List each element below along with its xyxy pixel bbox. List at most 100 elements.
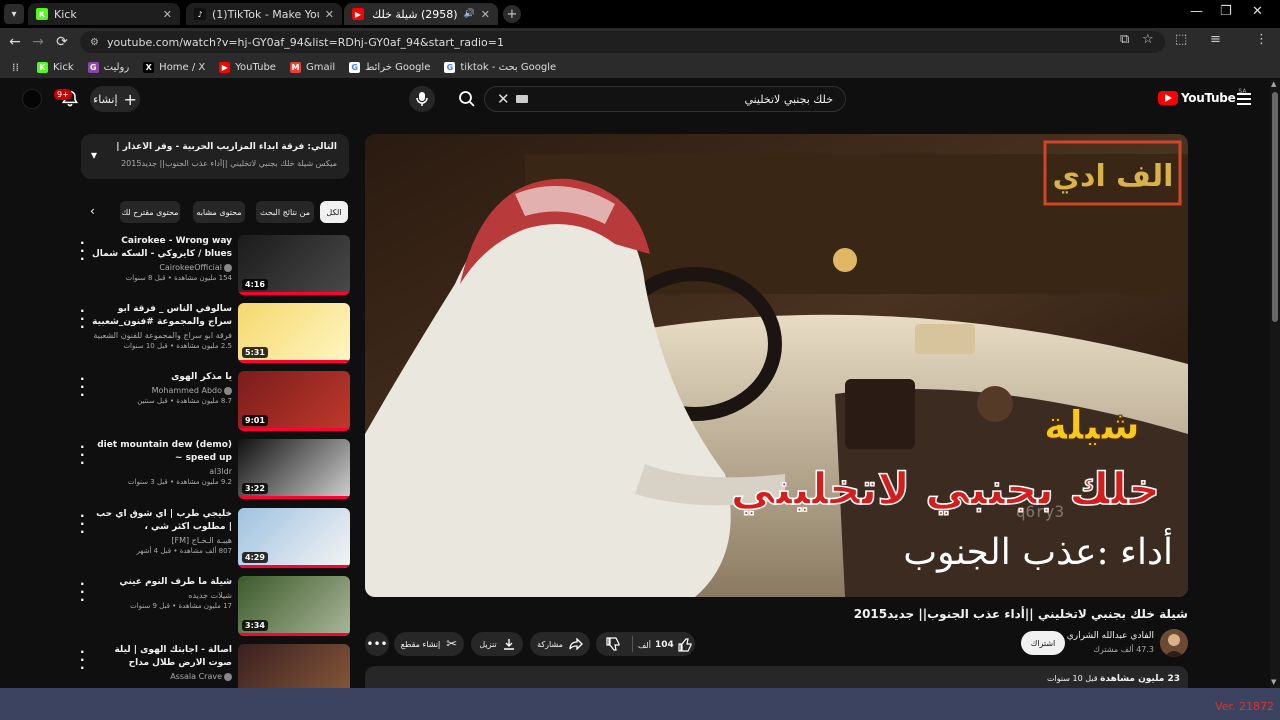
- video-thumbnail[interactable]: 4:16: [238, 235, 350, 295]
- more-options-icon[interactable]: · · ·: [80, 646, 85, 674]
- recommendation-title[interactable]: diet mountain dew (demo) ~ speed up: [92, 439, 232, 465]
- more-options-icon[interactable]: · · ·: [80, 237, 85, 265]
- new-tab-button[interactable]: +: [503, 5, 521, 23]
- recommendation-item[interactable]: 5:31 · · · سالوفي الناس _ فرقة ابو سراج والم…: [76, 303, 350, 367]
- keyboard-icon[interactable]: [515, 95, 528, 103]
- channel-name[interactable]: الفادي عبدالله الشراري: [1067, 631, 1154, 641]
- chevron-left-icon[interactable]: ‹: [90, 204, 95, 218]
- search-input[interactable]: ✕ خلك بجنبي لاتخليني: [484, 86, 846, 112]
- recommendation-channel[interactable]: Mohammed Abdo: [92, 386, 232, 395]
- menu-dots-icon[interactable]: ⋮: [1255, 32, 1268, 47]
- recommendation-channel[interactable]: al3ldr: [92, 467, 232, 476]
- share-button[interactable]: مشاركة: [530, 632, 590, 656]
- video-thumbnail[interactable]: 3:22: [238, 439, 350, 499]
- close-icon[interactable]: ✕: [325, 8, 334, 21]
- chip-related[interactable]: محتوى مشابه: [193, 201, 245, 223]
- chip-all[interactable]: الكل: [320, 201, 348, 223]
- channel-avatar[interactable]: [1160, 629, 1188, 657]
- more-options-icon[interactable]: · · ·: [80, 441, 85, 469]
- guide-menu-icon[interactable]: [1237, 93, 1251, 105]
- bookmark-item[interactable]: G خرائط Google: [349, 61, 430, 73]
- recommendation-title[interactable]: اصالة - اجابتك الهوى | ليلة صوت الارض طل…: [92, 644, 232, 670]
- more-options-icon[interactable]: · · ·: [80, 373, 85, 401]
- reload-icon[interactable]: ⟳: [52, 32, 72, 52]
- video-thumbnail[interactable]: [238, 644, 350, 688]
- watched-progress-bar: [238, 633, 350, 636]
- more-options-icon[interactable]: · · ·: [80, 578, 85, 606]
- recommendation-item[interactable]: 3:34 · · · شيلة ما طرف النوم عيني شيلات جديده…: [76, 576, 350, 640]
- media-controls-icon[interactable]: ≡: [1210, 32, 1221, 47]
- recommendation-channel[interactable]: هيبـة الـخـاج [FM]: [92, 536, 232, 545]
- bookmark-item[interactable]: G روليت: [87, 61, 129, 73]
- bookmark-item[interactable]: X Home / X: [143, 61, 205, 73]
- tab-kick[interactable]: K Kick ✕: [28, 3, 180, 25]
- scroll-up-icon[interactable]: ▲: [1271, 80, 1276, 88]
- maximize-icon[interactable]: ❐: [1220, 4, 1232, 19]
- recommendation-title[interactable]: شيلة ما طرف النوم عيني: [92, 576, 232, 589]
- tab-search-button[interactable]: ▾: [4, 4, 24, 24]
- mix-playlist-header[interactable]: التالي: فرقة ابداء المزاريب الحربية - وف…: [81, 134, 349, 179]
- more-options-icon[interactable]: · · ·: [80, 305, 85, 333]
- chip-recommended[interactable]: محتوى مقترح لك: [120, 201, 180, 223]
- recommendation-item[interactable]: 4:16 · · · Cairokee - Wrong way blues / كاير…: [76, 235, 350, 299]
- extensions-icon[interactable]: ⬚: [1175, 32, 1187, 47]
- download-button[interactable]: تنزيل: [471, 632, 523, 656]
- minimize-icon[interactable]: —: [1190, 4, 1203, 19]
- chevron-down-icon[interactable]: ▾: [91, 148, 97, 162]
- watched-progress-bar: [238, 565, 350, 568]
- youtube-icon: ▶: [219, 61, 231, 73]
- address-bar[interactable]: ⚙ youtube.com/watch?v=hj-GY0af_94&list=R…: [80, 31, 1165, 53]
- more-options-icon[interactable]: · · ·: [80, 510, 85, 538]
- create-button[interactable]: إنشاء +: [90, 86, 140, 112]
- close-icon[interactable]: ✕: [163, 8, 172, 21]
- like-dislike-group: ألف 104: [596, 632, 695, 656]
- scrollbar-thumb[interactable]: [1272, 92, 1278, 322]
- recommendation-title[interactable]: يا مذكر الهوى: [92, 371, 232, 384]
- video-player[interactable]: الف ادي شيلة خلك بجنبي لاتخليني q6ry3 أد…: [365, 134, 1188, 597]
- dislike-button[interactable]: [606, 636, 622, 656]
- bookmark-item[interactable]: K Kick: [37, 61, 74, 73]
- apps-grid-icon[interactable]: ⁞⁞: [12, 61, 19, 74]
- clear-search-icon[interactable]: ✕: [497, 90, 510, 108]
- like-button[interactable]: ألف 104: [638, 637, 694, 653]
- tab-tiktok[interactable]: ♪ (1)TikTok - Make Your Day ✕: [186, 3, 342, 25]
- recommendation-item[interactable]: · · · اصالة - اجابتك الهوى | ليلة صوت الارض…: [76, 644, 350, 688]
- recommendation-channel[interactable]: شيلات جديده: [92, 591, 232, 600]
- recommendation-channel[interactable]: CairokeeOfficial: [92, 263, 232, 272]
- search-button[interactable]: [452, 86, 482, 112]
- video-thumbnail[interactable]: 5:31: [238, 303, 350, 363]
- recommendation-title[interactable]: سالوفي الناس _ فرقة ابو سراج والمجموعة #…: [92, 303, 232, 329]
- forward-icon[interactable]: →: [28, 32, 48, 52]
- bookmark-star-icon[interactable]: ☆: [1142, 32, 1154, 47]
- close-window-icon[interactable]: ✕: [1252, 4, 1263, 19]
- subscribe-button[interactable]: اشتراك: [1021, 631, 1065, 655]
- scroll-down-icon[interactable]: ▼: [1271, 678, 1276, 686]
- recommendation-channel[interactable]: Assala Crave: [92, 672, 232, 681]
- youtube-logo[interactable]: YouTube SA: [1158, 88, 1246, 105]
- close-icon[interactable]: ✕: [481, 8, 490, 21]
- page-scrollbar[interactable]: ▲ ▼: [1270, 80, 1280, 688]
- back-icon[interactable]: ←: [5, 32, 25, 52]
- chip-from-search[interactable]: من نتائج البحث: [256, 201, 314, 223]
- voice-search-button[interactable]: [409, 86, 435, 112]
- recommendation-title[interactable]: Cairokee - Wrong way blues / كايروكي - ا…: [92, 235, 232, 261]
- tab-youtube[interactable]: ▶ (2958) شيلة خلك بجنبي لاتخل 🔊 ✕: [344, 3, 498, 25]
- recommendation-item[interactable]: 3:22 · · · diet mountain dew (demo) ~ speed …: [76, 439, 350, 503]
- cast-icon[interactable]: ⧉: [1120, 32, 1129, 47]
- duration-badge: 9:01: [242, 415, 268, 426]
- recommendation-channel[interactable]: فرقة ابو سراج والمجموعة للفنون الشعبية: [92, 331, 232, 340]
- more-actions-button[interactable]: •••: [365, 632, 389, 656]
- video-thumbnail[interactable]: 3:34: [238, 576, 350, 636]
- clip-button[interactable]: إنشاء مقطع ✂: [394, 632, 464, 656]
- recommendation-title[interactable]: خليجي طرب | اي شوق اي حب | مطلوب اكثر شي…: [92, 508, 232, 534]
- speaker-icon[interactable]: 🔊: [464, 9, 475, 19]
- recommendation-item[interactable]: 9:01 · · · يا مذكر الهوى Mohammed Abdo 8.7 ملي…: [76, 371, 350, 435]
- recommendation-item[interactable]: 4:29 · · · خليجي طرب | اي شوق اي حب | مطلوب …: [76, 508, 350, 572]
- video-thumbnail[interactable]: 9:01: [238, 371, 350, 431]
- bookmark-item[interactable]: M Gmail: [289, 61, 335, 73]
- bookmark-item[interactable]: Gtiktok - بحث Google: [444, 61, 556, 73]
- site-info-icon[interactable]: ⚙: [90, 37, 99, 48]
- video-thumbnail[interactable]: 4:29: [238, 508, 350, 568]
- bookmark-item[interactable]: ▶ YouTube: [219, 61, 276, 73]
- account-avatar[interactable]: [22, 89, 42, 109]
